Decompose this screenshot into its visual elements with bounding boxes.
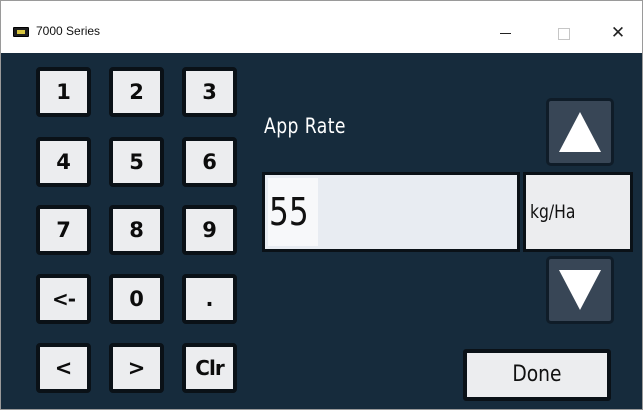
client-area: 1 2 3 4 5 6 7 8 9 <- 0 . < > Clr App Rat… [1,53,642,409]
cursor-left-key[interactable]: < [36,343,91,393]
done-label: Done [512,362,562,387]
title-bar[interactable]: 7000 Series ✕ [1,1,642,53]
triangle-down-icon [559,270,601,310]
increase-button[interactable] [546,98,614,166]
key-2[interactable]: 2 [109,67,164,117]
key-6[interactable]: 6 [182,137,237,187]
key-8[interactable]: 8 [109,205,164,255]
unit-label: kg/Ha [530,201,576,223]
triangle-up-icon [559,112,601,152]
key-9[interactable]: 9 [182,205,237,255]
decrease-button[interactable] [546,256,614,324]
app-icon [13,27,29,37]
key-1[interactable]: 1 [36,67,91,117]
app-rate-label: App Rate [264,114,346,138]
app-window: 7000 Series ✕ 1 2 3 4 5 6 7 8 9 <- 0 . <… [0,0,643,410]
maximize-button[interactable] [547,19,579,47]
key-0[interactable]: 0 [109,274,164,324]
backspace-key[interactable]: <- [36,274,91,324]
key-5[interactable]: 5 [109,137,164,187]
unit-box: kg/Ha [523,172,633,252]
key-4[interactable]: 4 [36,137,91,187]
cursor-right-key[interactable]: > [109,343,164,393]
clear-key[interactable]: Clr [182,343,237,393]
close-button[interactable]: ✕ [602,19,634,47]
minimize-button[interactable] [490,19,522,47]
decimal-key[interactable]: . [182,274,237,324]
app-rate-value-field[interactable]: 55 [262,172,520,252]
app-rate-value: 55 [269,190,309,234]
key-7[interactable]: 7 [36,205,91,255]
done-button[interactable]: Done [463,349,611,401]
window-title: 7000 Series [36,24,101,38]
key-3[interactable]: 3 [182,67,237,117]
